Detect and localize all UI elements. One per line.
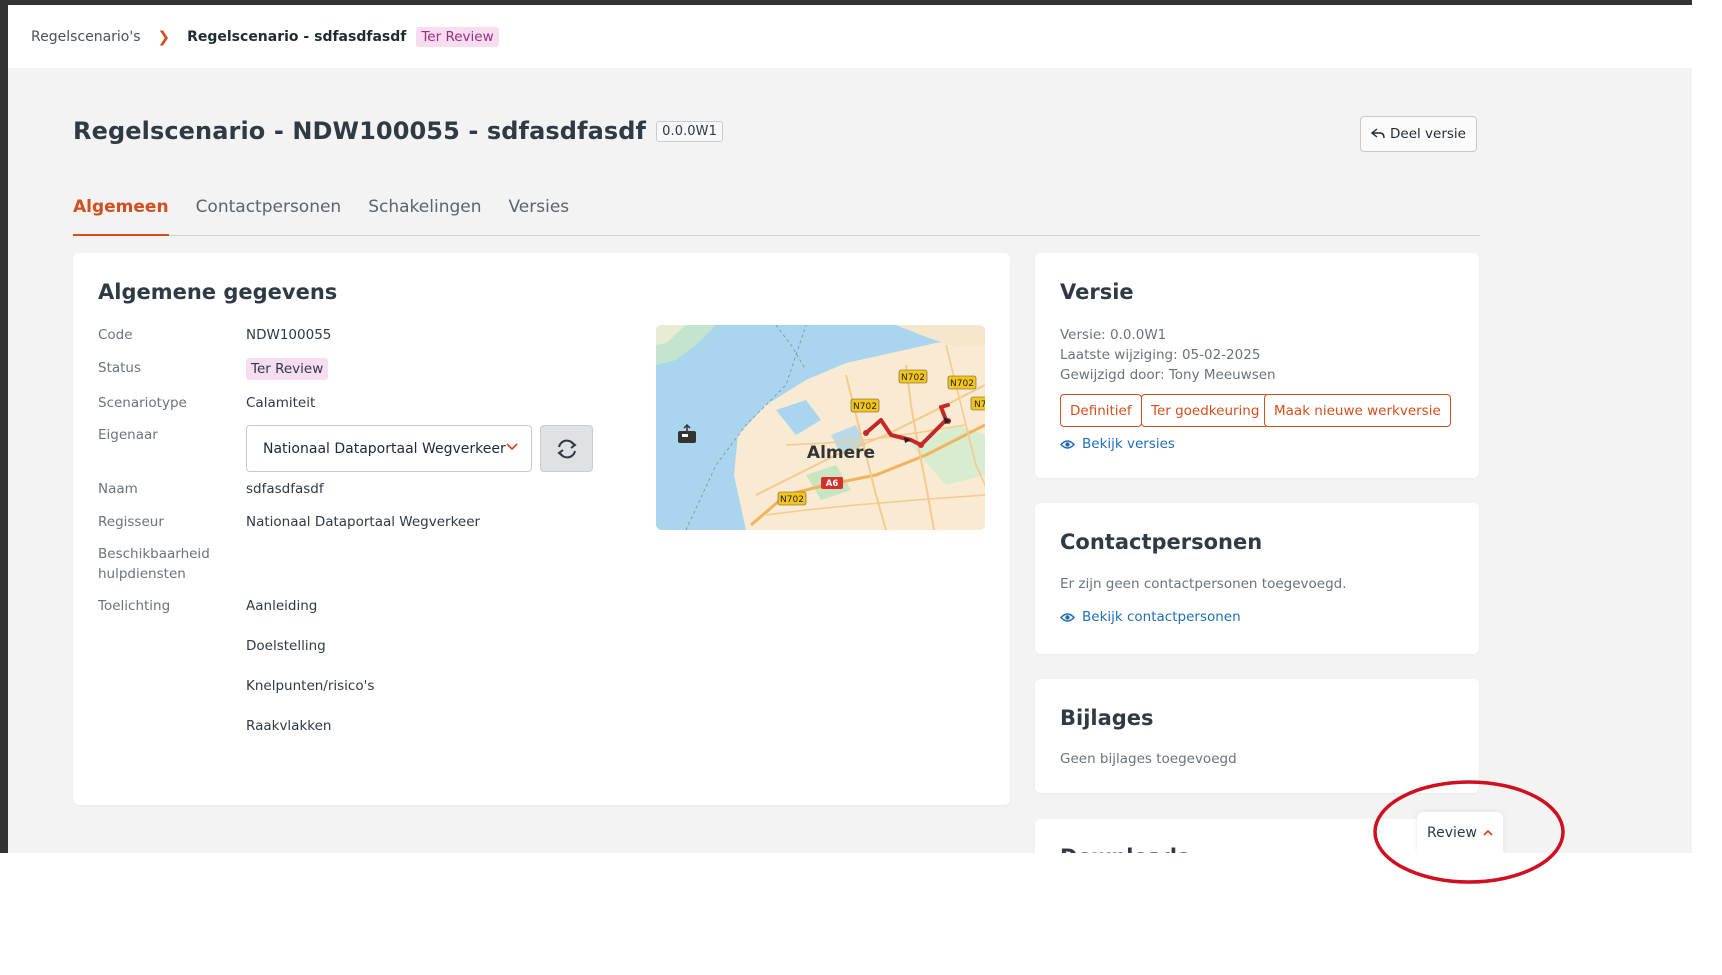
general-info-card: Algemene gegevens Code NDW100055 Status …	[73, 253, 1010, 805]
view-contacts-label: Bekijk contactpersonen	[1082, 609, 1241, 625]
toelichting-doelstelling: Doelstelling	[246, 638, 326, 654]
route-map[interactable]: N702 N702 N702 N702 N7 A6 Almere	[656, 325, 985, 530]
status-badge: Ter Review	[246, 358, 329, 380]
map-city-label: Almere	[807, 443, 875, 463]
tab-algemeen[interactable]: Algemeen	[73, 190, 169, 236]
chevron-right-icon: ❯	[157, 27, 171, 46]
contacts-card: Contactpersonen Er zijn geen contactpers…	[1035, 503, 1479, 654]
map-road-label: N702	[853, 402, 877, 412]
beschikbaarheid-label-1: Beschikbaarheid	[98, 546, 210, 562]
breadcrumb-root-link[interactable]: Regelscenario's	[31, 29, 141, 45]
tab-contactpersonen[interactable]: Contactpersonen	[196, 190, 342, 236]
contacts-empty-text: Er zijn geen contactpersonen toegevoegd.	[1060, 576, 1347, 592]
code-value: NDW100055	[246, 327, 332, 343]
version-chip: 0.0.0W1	[656, 120, 723, 142]
chevron-up-icon	[1483, 829, 1493, 836]
attachments-card-title: Bijlages	[1060, 706, 1154, 730]
share-version-button[interactable]: Deel versie	[1360, 116, 1477, 152]
attachments-card: Bijlages Geen bijlages toegevoegd	[1035, 679, 1479, 793]
page-bottom-blank	[0, 853, 1722, 975]
page-title: Regelscenario - NDW100055 - sdfasdfasdf …	[73, 117, 723, 145]
code-label: Code	[98, 327, 133, 343]
review-toggle-label: Review	[1427, 824, 1477, 841]
regisseur-value: Nationaal Dataportaal Wegverkeer	[246, 514, 481, 530]
tab-bar: Algemeen Contactpersonen Schakelingen Ve…	[73, 190, 1480, 236]
refresh-icon	[556, 439, 577, 458]
version-last-change: Laatste wijziging: 05-02-2025	[1060, 347, 1261, 363]
review-toggle-button[interactable]: Review	[1417, 812, 1503, 853]
map-road-label: N702	[901, 373, 925, 383]
view-contacts-link[interactable]: Bekijk contactpersonen	[1060, 609, 1241, 625]
scenariotype-label: Scenariotype	[98, 395, 187, 411]
view-versions-link[interactable]: Bekijk versies	[1060, 436, 1175, 452]
general-info-title: Algemene gegevens	[98, 280, 338, 304]
chevron-down-icon	[506, 440, 518, 455]
map-road-label: A6	[826, 479, 839, 489]
eigenaar-select-value: Nationaal Dataportaal Wegverkeer	[263, 440, 506, 457]
version-card: Versie Versie: 0.0.0W1 Laatste wijziging…	[1035, 253, 1479, 478]
definitief-button[interactable]: Definitief	[1060, 394, 1142, 427]
toelichting-raakvlakken: Raakvlakken	[246, 718, 332, 734]
breadcrumb: Regelscenario's ❯ Regelscenario - sdfasd…	[8, 5, 1692, 68]
regisseur-label: Regisseur	[98, 514, 164, 530]
eigenaar-label: Eigenaar	[98, 427, 158, 443]
window-left-edge	[0, 0, 8, 938]
map-road-label: N702	[950, 379, 974, 389]
map-road-label: N7	[974, 400, 985, 410]
contacts-card-title: Contactpersonen	[1060, 530, 1263, 554]
naam-value: sdfasdfasdf	[246, 481, 324, 497]
tab-versies[interactable]: Versies	[509, 190, 570, 236]
page-title-text: Regelscenario - NDW100055 - sdfasdfasdf	[73, 117, 647, 145]
breadcrumb-status-badge: Ter Review	[416, 26, 499, 47]
status-label: Status	[98, 360, 142, 376]
toelichting-aanleiding: Aanleiding	[246, 598, 318, 614]
refresh-owner-button[interactable]	[540, 425, 593, 472]
scenariotype-value: Calamiteit	[246, 395, 316, 411]
app-container: Regelscenario's ❯ Regelscenario - sdfasd…	[8, 5, 1692, 938]
naam-label: Naam	[98, 481, 138, 497]
eye-icon	[1060, 612, 1075, 622]
map-road-label: N702	[780, 495, 804, 505]
map-canvas: N702 N702 N702 N702 N7 A6 Almere	[656, 325, 985, 530]
new-work-version-button[interactable]: Maak nieuwe werkversie	[1264, 394, 1451, 427]
eye-icon	[1060, 439, 1075, 449]
ter-goedkeuring-button[interactable]: Ter goedkeuring	[1141, 394, 1270, 427]
breadcrumb-current: Regelscenario - sdfasdfasdf	[187, 28, 407, 45]
eigenaar-select[interactable]: Nationaal Dataportaal Wegverkeer	[246, 425, 532, 472]
version-changed-by: Gewijzigd door: Tony Meeuwsen	[1060, 367, 1276, 383]
toelichting-knelpunten: Knelpunten/risico's	[246, 678, 375, 694]
share-icon	[1371, 128, 1385, 139]
share-version-label: Deel versie	[1390, 126, 1466, 142]
version-number: Versie: 0.0.0W1	[1060, 327, 1167, 343]
version-card-title: Versie	[1060, 280, 1134, 304]
attachments-empty-text: Geen bijlages toegevoegd	[1060, 751, 1237, 767]
beschikbaarheid-label-2: hulpdiensten	[98, 566, 186, 582]
view-versions-label: Bekijk versies	[1082, 436, 1175, 452]
tab-schakelingen[interactable]: Schakelingen	[368, 190, 481, 236]
toelichting-label: Toelichting	[98, 598, 171, 614]
